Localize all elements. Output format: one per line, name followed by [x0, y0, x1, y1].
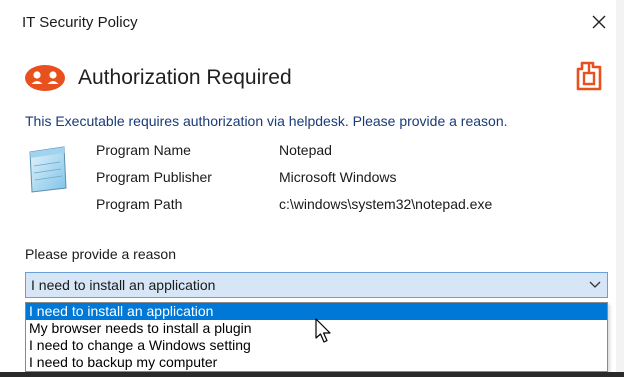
window-title: IT Security Policy	[22, 14, 138, 31]
close-button[interactable]	[584, 8, 614, 36]
person-shield-icon	[24, 63, 68, 93]
notepad-icon	[24, 144, 72, 194]
dialog-title: Authorization Required	[78, 66, 292, 89]
security-dialog: IT Security Policy Authorization Require…	[0, 0, 616, 377]
chevron-down-icon[interactable]	[583, 273, 607, 297]
mouse-cursor-icon	[314, 318, 334, 344]
taskbar-strip	[0, 372, 624, 377]
program-path-value: c:\windows\system32\notepad.exe	[279, 196, 493, 212]
reason-label: Please provide a reason	[25, 246, 176, 262]
window-edge	[616, 0, 624, 377]
reason-select-value: I need to install an application	[31, 277, 216, 293]
program-name-value: Notepad	[279, 142, 332, 158]
program-publisher-label: Program Publisher	[96, 169, 212, 185]
reason-option[interactable]: I need to backup my computer	[26, 354, 607, 371]
brand-logo-icon	[574, 60, 604, 92]
program-path-label: Program Path	[96, 196, 183, 212]
program-publisher-value: Microsoft Windows	[279, 169, 397, 185]
info-message: This Executable requires authorization v…	[25, 113, 508, 129]
program-name-label: Program Name	[96, 142, 191, 158]
dialog-header: Authorization Required	[24, 60, 292, 96]
close-icon	[592, 15, 606, 29]
reason-select[interactable]: I need to install an application	[25, 272, 608, 298]
